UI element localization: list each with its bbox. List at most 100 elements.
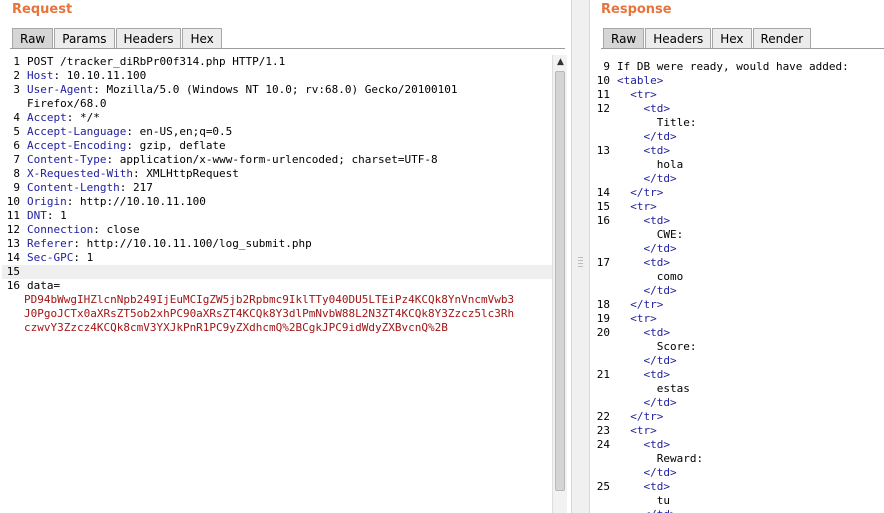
line-number: 16	[6, 279, 20, 292]
line-text: Origin: http://10.10.11.100	[27, 195, 206, 209]
code-line: 12 <td>	[592, 102, 882, 116]
wrapped-line: </td>	[592, 508, 882, 513]
wrapped-line: hola	[617, 158, 684, 171]
code-line: 10 Origin: http://10.10.11.100	[2, 195, 552, 209]
code-line: 3 User-Agent: Mozilla/5.0 (Windows NT 10.…	[2, 83, 552, 97]
line-number: 15	[596, 200, 610, 213]
header-name: Host	[27, 69, 54, 82]
wrapped-line: Score:	[617, 340, 697, 353]
response-editor[interactable]: 9 If DB were ready, would have added: 10 <t…	[592, 60, 882, 513]
line-number: 16	[596, 214, 610, 227]
code-line: 25 <td>	[592, 480, 882, 494]
wrapped-line: </td>	[617, 172, 677, 185]
line-text: <td>	[617, 368, 670, 381]
code-line: 15	[2, 265, 552, 279]
line-text: Accept-Encoding: gzip, deflate	[27, 139, 226, 153]
code-line: 1 POST /tracker_diRbPr00f314.php HTTP/1.1	[2, 55, 552, 69]
line-number: 25	[596, 480, 610, 493]
tab-hex[interactable]: Hex	[712, 28, 752, 48]
code-line: 10 <table>	[592, 74, 882, 88]
response-title: Response	[601, 2, 672, 17]
header-value: : http://10.10.11.100	[66, 195, 206, 208]
line-number: 18	[596, 298, 610, 311]
line-text: X-Requested-With: XMLHttpRequest	[27, 167, 239, 181]
line-number: 23	[596, 424, 610, 437]
line-number: 11	[596, 88, 610, 101]
wrapped-line: Title:	[617, 116, 697, 129]
request-scrollbar[interactable]: ▲	[552, 55, 567, 513]
line-number: 19	[596, 312, 610, 325]
request-editor[interactable]: 1 POST /tracker_diRbPr00f314.php HTTP/1.1…	[2, 55, 552, 335]
line-number: 22	[596, 410, 610, 423]
code-line: 11 <tr>	[592, 88, 882, 102]
line-number: 1	[13, 55, 20, 68]
header-value: : gzip, deflate	[126, 139, 226, 152]
line-text: <tr>	[617, 200, 657, 213]
header-name: DNT	[27, 209, 47, 222]
tab-headers[interactable]: Headers	[645, 28, 712, 48]
line-number: 8	[13, 167, 20, 180]
code-line: 18 </tr>	[592, 298, 882, 312]
header-name: Connection	[27, 223, 94, 236]
header-value: : XMLHttpRequest	[132, 167, 239, 180]
scroll-thumb[interactable]	[555, 71, 565, 491]
line-text: Host: 10.10.11.100	[27, 69, 146, 83]
code-line: 22 </tr>	[592, 410, 882, 424]
tab-raw[interactable]: Raw	[603, 28, 645, 48]
split-divider[interactable]	[571, 0, 590, 513]
tab-divider	[601, 48, 884, 49]
scroll-up-arrow-icon[interactable]: ▲	[553, 55, 568, 69]
header-value: : 1	[46, 209, 67, 222]
line-text: </tr>	[617, 186, 664, 199]
code-line: 24 <td>	[592, 438, 882, 452]
line-text: <table>	[617, 74, 664, 87]
line-number: 20	[596, 326, 610, 339]
code-line: 14 </tr>	[592, 186, 882, 200]
line-number: 13	[596, 144, 610, 157]
line-text: Accept: */*	[27, 111, 100, 125]
wrapped-line: estas	[617, 382, 690, 395]
header-name: User-Agent	[27, 83, 94, 96]
wrapped-line: </td>	[617, 242, 677, 255]
data-value-line: PD94bWwgIHZlcnNpb249IjEuMCIgZW5jb2Rpbmc9…	[24, 293, 515, 306]
header-value: : http://10.10.11.100/log_submit.php	[73, 237, 312, 250]
wrapped-line: como	[617, 270, 684, 283]
header-value: : 1	[73, 251, 94, 264]
wrapped-line: Firefox/68.0	[27, 97, 107, 110]
code-line: 8 X-Requested-With: XMLHttpRequest	[2, 167, 552, 181]
header-name: Accept-Language	[27, 125, 127, 138]
tab-raw[interactable]: Raw	[12, 28, 54, 48]
line-number: 13	[6, 237, 20, 250]
line-number: 10	[6, 195, 20, 208]
code-line: 13 <td>	[592, 144, 882, 158]
header-value: : */*	[66, 111, 100, 124]
header-name: Accept	[27, 111, 67, 124]
code-line: 2 Host: 10.10.11.100	[2, 69, 552, 83]
line-number: 9	[13, 181, 20, 194]
line-number: 17	[596, 256, 610, 269]
tab-headers[interactable]: Headers	[115, 28, 182, 48]
code-line: 15 <tr>	[592, 200, 882, 214]
line-number: 14	[596, 186, 610, 199]
wrapped-line: </td>	[617, 354, 677, 367]
header-value: : close	[93, 223, 140, 236]
request-panel: Request Raw Params Headers Hex 1 POST /tr…	[0, 0, 571, 513]
code-line: 14 Sec-GPC: 1	[2, 251, 552, 265]
tab-params[interactable]: Params	[54, 28, 115, 48]
code-line: 9 Content-Length: 217	[2, 181, 552, 195]
header-name: Sec-GPC	[27, 251, 74, 264]
divider-grip-icon[interactable]	[578, 257, 583, 267]
header-value: : Mozilla/5.0 (Windows NT 10.0; rv:68.0)…	[93, 83, 458, 96]
line-text: Content-Length: 217	[27, 181, 153, 195]
code-line: 11 DNT: 1	[2, 209, 552, 223]
code-line: 7 Content-Type: application/x-www-form-ur…	[2, 153, 552, 167]
line-number: 14	[6, 251, 20, 264]
code-line: 4 Accept: */*	[2, 111, 552, 125]
line-text: <tr>	[617, 424, 657, 437]
wrapped-line: </td>	[617, 466, 677, 479]
header-name: Content-Type	[27, 153, 107, 166]
code-line: 21 <td>	[592, 368, 882, 382]
line-text: <td>	[617, 144, 670, 157]
tab-hex[interactable]: Hex	[182, 28, 222, 48]
tab-render[interactable]: Render	[752, 28, 812, 48]
